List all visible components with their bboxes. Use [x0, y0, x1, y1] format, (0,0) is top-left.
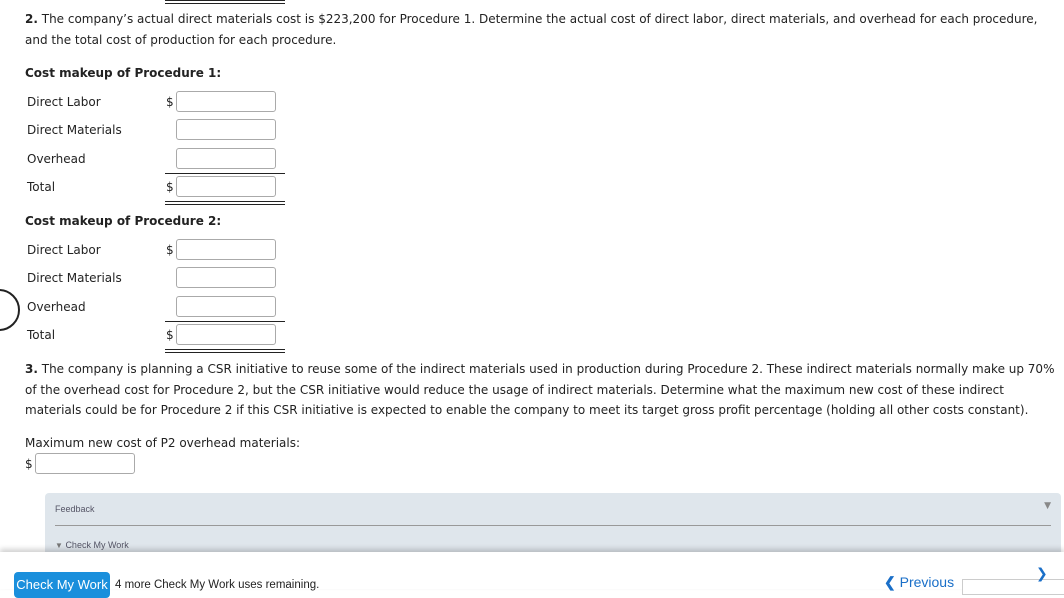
circle-marker	[0, 289, 20, 331]
currency-symbol: $	[166, 180, 174, 194]
triangle-down-icon: ▼	[55, 541, 63, 550]
procedure-1-heading: Cost makeup of Procedure 1:	[25, 66, 222, 80]
currency-symbol: $	[166, 95, 174, 109]
row-label: Total	[27, 180, 56, 194]
collapse-arrow-icon[interactable]: ▼	[1044, 498, 1051, 514]
row-label: Overhead	[27, 152, 86, 166]
row-label: Direct Labor	[27, 243, 101, 257]
subtotal-rule	[165, 173, 285, 174]
currency-symbol: $	[166, 243, 174, 257]
feedback-title: Feedback	[55, 504, 95, 514]
question-number: 3.	[25, 362, 38, 376]
direct-materials-input[interactable]	[176, 119, 276, 140]
total-double-rule	[165, 349, 285, 353]
question-number: 2.	[25, 12, 38, 26]
row-label: Total	[27, 328, 56, 342]
question-body: The company is planning a CSR initiative…	[25, 362, 1055, 417]
previous-link[interactable]: ❮ Previous	[884, 574, 954, 590]
question-body: The company’s actual direct materials co…	[25, 12, 1038, 47]
top-double-rule	[165, 0, 285, 4]
chevron-left-icon: ❮	[884, 574, 896, 590]
direct-labor-input[interactable]	[176, 91, 276, 112]
previous-label: Previous	[899, 574, 955, 590]
overhead-input[interactable]	[176, 148, 276, 169]
total-input[interactable]	[176, 176, 276, 197]
check-my-work-button[interactable]: Check My Work	[14, 572, 110, 598]
question-3-text: 3. The company is planning a CSR initiat…	[25, 359, 1055, 421]
row-label: Direct Materials	[27, 123, 122, 137]
divider	[55, 525, 1051, 526]
subtotal-rule	[165, 321, 285, 322]
max-cost-label: Maximum new cost of P2 overhead material…	[25, 436, 301, 450]
next-thumbnail[interactable]	[962, 579, 1064, 595]
direct-labor-input[interactable]	[176, 239, 276, 260]
currency-symbol: $	[25, 457, 33, 471]
row-label: Direct Materials	[27, 271, 122, 285]
total-input[interactable]	[176, 324, 276, 345]
row-label: Direct Labor	[27, 95, 101, 109]
currency-symbol: $	[166, 328, 174, 342]
total-double-rule	[165, 201, 285, 205]
row-label: Overhead	[27, 300, 86, 314]
toggle-label: Check My Work	[65, 540, 129, 550]
remaining-uses-text: 4 more Check My Work uses remaining.	[115, 579, 320, 591]
overhead-input[interactable]	[176, 296, 276, 317]
question-2-text: 2. The company’s actual direct materials…	[25, 9, 1055, 50]
procedure-2-heading: Cost makeup of Procedure 2:	[25, 214, 222, 228]
max-cost-input[interactable]	[35, 453, 135, 474]
chevron-right-icon[interactable]: ❯	[1036, 566, 1048, 582]
direct-materials-input[interactable]	[176, 267, 276, 288]
